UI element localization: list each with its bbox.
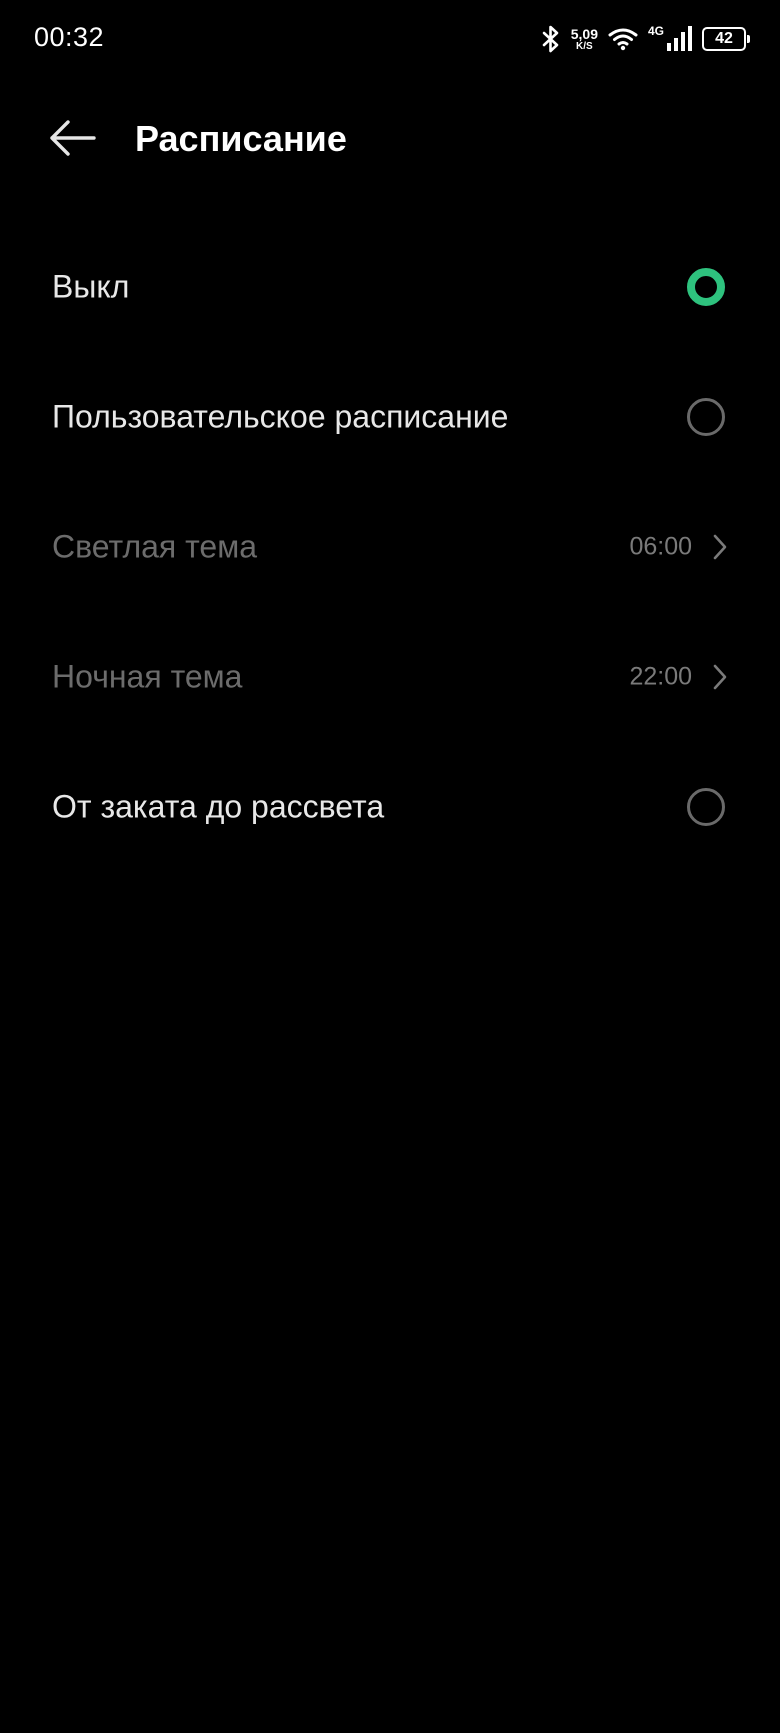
option-night-theme-label: Ночная тема — [52, 658, 243, 695]
radio-sunset-to-sunrise[interactable] — [687, 788, 725, 826]
arrow-left-icon — [50, 120, 96, 156]
battery-level: 42 — [715, 30, 733, 47]
option-light-theme-label: Светлая тема — [52, 528, 258, 565]
option-night-theme-time[interactable]: Ночная тема 22:00 — [0, 612, 780, 742]
back-button[interactable] — [44, 114, 100, 162]
network-speed-unit: K/S — [576, 40, 593, 52]
option-off[interactable]: Выкл — [0, 222, 780, 352]
status-time: 00:32 — [34, 22, 105, 52]
status-bar: 00:32 5,09 K/S 4G 42 — [0, 0, 780, 80]
radio-off[interactable] — [687, 268, 725, 306]
network-speed: 5,09 K/S — [571, 27, 598, 52]
option-custom-schedule[interactable]: Пользовательское расписание — [0, 352, 780, 482]
signal-icon — [666, 26, 692, 52]
night-theme-time-value: 22:00 — [629, 662, 692, 691]
status-icons: 5,09 K/S 4G 42 — [541, 22, 750, 56]
chevron-right-icon — [713, 534, 727, 560]
option-sunset-to-sunrise-label: От заката до рассвета — [52, 788, 385, 825]
option-off-label: Выкл — [52, 268, 130, 305]
bluetooth-icon — [541, 25, 561, 53]
battery-indicator: 42 — [702, 27, 750, 51]
header: Расписание — [0, 100, 780, 180]
network-speed-value: 5,09 — [570, 25, 598, 42]
option-light-theme-time[interactable]: Светлая тема 06:00 — [0, 482, 780, 612]
network-type-label: 4G — [647, 24, 664, 38]
page-title: Расписание — [135, 118, 347, 159]
option-custom-schedule-label: Пользовательское расписание — [52, 398, 509, 435]
wifi-icon — [608, 27, 638, 51]
radio-custom-schedule[interactable] — [687, 398, 725, 436]
chevron-right-icon — [713, 664, 727, 690]
schedule-options-list: Выкл Пользовательское расписание Светлая… — [0, 222, 780, 872]
light-theme-time-value: 06:00 — [629, 532, 692, 561]
option-sunset-to-sunrise[interactable]: От заката до рассвета — [0, 742, 780, 872]
